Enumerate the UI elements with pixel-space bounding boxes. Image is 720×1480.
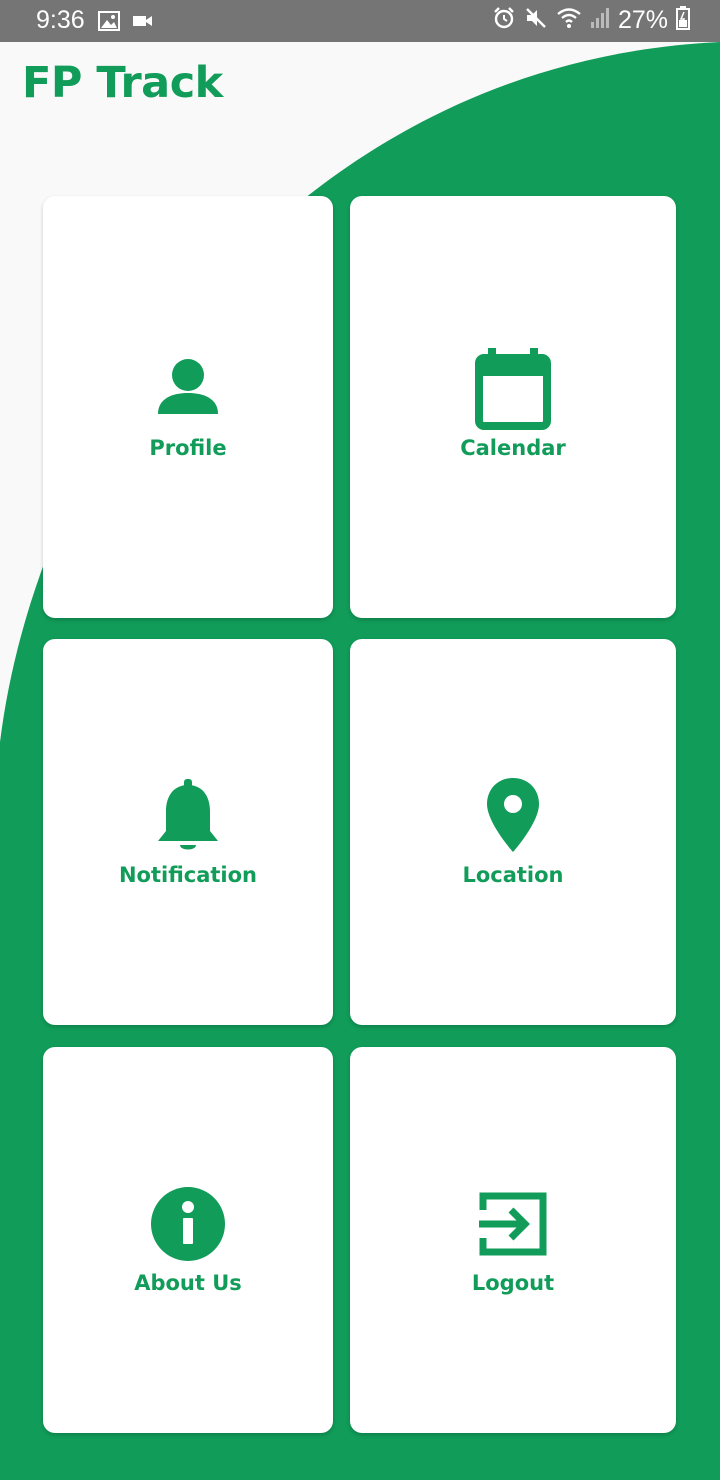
- video-icon: [132, 11, 154, 36]
- mute-icon: [524, 6, 548, 35]
- battery-percent: 27%: [617, 6, 668, 34]
- status-bar: 9:36 27%: [0, 0, 720, 42]
- logout-card[interactable]: Logout: [350, 1047, 676, 1433]
- logout-icon: [479, 1190, 547, 1262]
- signal-icon: [590, 6, 610, 35]
- notification-label: Notification: [118, 863, 258, 887]
- alarm-icon: [492, 6, 516, 35]
- about-us-label: About Us: [134, 1271, 242, 1295]
- about-us-card[interactable]: About Us: [43, 1047, 333, 1433]
- wifi-icon: [556, 6, 582, 35]
- profile-label: Profile: [149, 436, 227, 460]
- location-card[interactable]: Location: [350, 639, 676, 1025]
- calendar-card[interactable]: Calendar: [350, 196, 676, 618]
- info-icon: [151, 1187, 225, 1265]
- bell-icon: [157, 779, 219, 859]
- location-pin-icon: [486, 777, 540, 857]
- status-time: 9:36: [36, 6, 85, 34]
- profile-card[interactable]: Profile: [43, 196, 333, 618]
- app-title: FP Track: [22, 58, 223, 108]
- notification-card[interactable]: Notification: [43, 639, 333, 1025]
- location-label: Location: [462, 863, 564, 887]
- image-icon: [98, 11, 120, 36]
- logout-label: Logout: [471, 1271, 555, 1295]
- calendar-icon: [474, 348, 552, 434]
- battery-charging-icon: [676, 6, 690, 35]
- calendar-label: Calendar: [460, 436, 566, 460]
- person-icon: [157, 356, 219, 420]
